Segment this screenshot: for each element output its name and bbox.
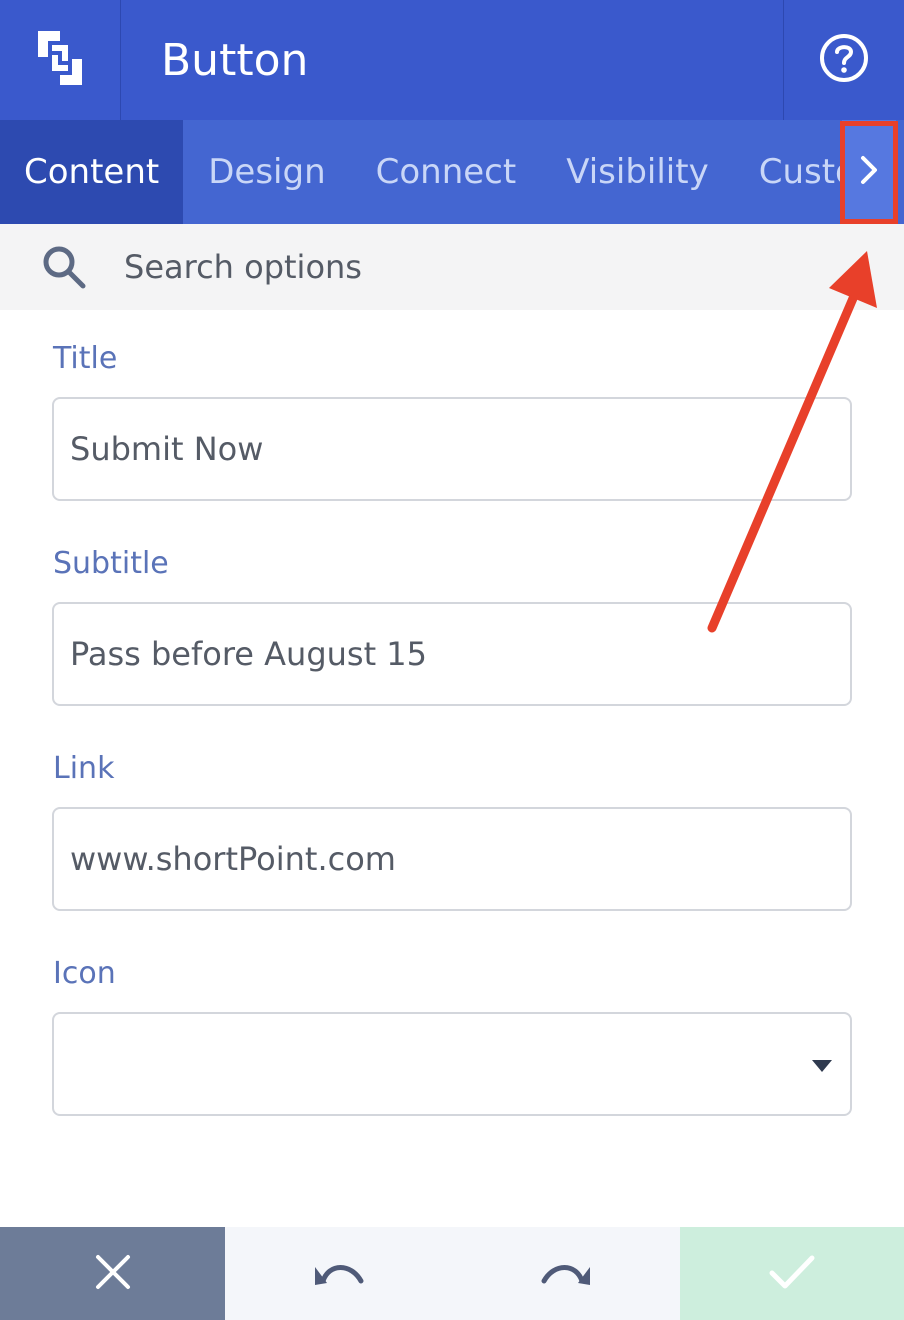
title-input[interactable]	[68, 429, 832, 469]
redo-button[interactable]	[453, 1227, 681, 1320]
caret-down-icon	[812, 1060, 832, 1072]
panel-header: Button	[0, 0, 904, 120]
search-icon	[40, 243, 88, 291]
subtitle-input[interactable]	[68, 634, 832, 674]
search-input[interactable]	[122, 247, 726, 287]
redo-icon	[540, 1257, 592, 1291]
close-icon	[93, 1252, 133, 1296]
chevron-right-icon	[857, 153, 881, 191]
link-label: Link	[53, 751, 115, 786]
title-field[interactable]	[52, 397, 852, 501]
subtitle-label: Subtitle	[53, 546, 169, 581]
tab-visibility[interactable]: Visibility	[541, 120, 734, 224]
help-button[interactable]	[783, 0, 904, 120]
tab-design[interactable]: Design	[183, 120, 350, 224]
link-field[interactable]	[52, 807, 852, 911]
search-bar	[0, 224, 904, 310]
subtitle-field[interactable]	[52, 602, 852, 706]
tabs-scroll-right-button[interactable]	[842, 120, 896, 224]
shortpoint-logo-icon	[34, 27, 86, 93]
undo-button[interactable]	[225, 1227, 453, 1320]
undo-icon	[313, 1257, 365, 1291]
tab-connect[interactable]: Connect	[351, 120, 542, 224]
close-button[interactable]	[0, 1227, 225, 1320]
confirm-button[interactable]	[680, 1227, 904, 1320]
tab-content[interactable]: Content	[0, 120, 184, 224]
tab-bar: Content Design Connect Visibility Custo	[0, 120, 904, 224]
history-controls	[225, 1227, 680, 1320]
logo	[0, 0, 121, 120]
panel-title: Button	[161, 34, 309, 86]
icon-label: Icon	[53, 956, 116, 991]
link-input[interactable]	[68, 839, 832, 879]
help-icon	[818, 32, 870, 88]
check-icon	[768, 1253, 816, 1295]
action-bar	[0, 1227, 904, 1320]
title-label: Title	[53, 341, 118, 376]
icon-select[interactable]	[52, 1012, 852, 1116]
